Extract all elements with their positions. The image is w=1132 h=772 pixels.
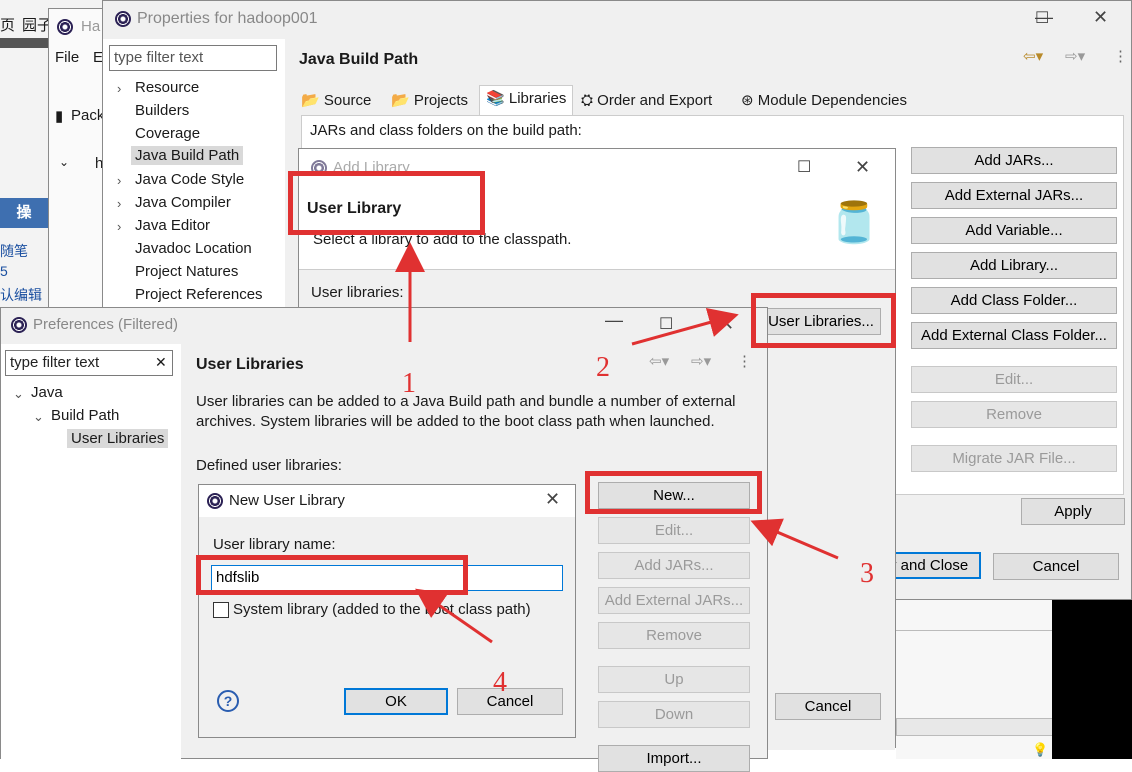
arrow-2: [631, 307, 739, 346]
annotation-label-2: 2: [596, 352, 610, 383]
arrow-4: [415, 588, 493, 644]
annotation-label-3: 3: [860, 558, 874, 589]
annotation-label-1: 1: [402, 368, 416, 399]
arrow-3: [750, 518, 839, 560]
annotation-arrows: [395, 242, 839, 644]
annotation-label-4: 4: [493, 667, 507, 698]
